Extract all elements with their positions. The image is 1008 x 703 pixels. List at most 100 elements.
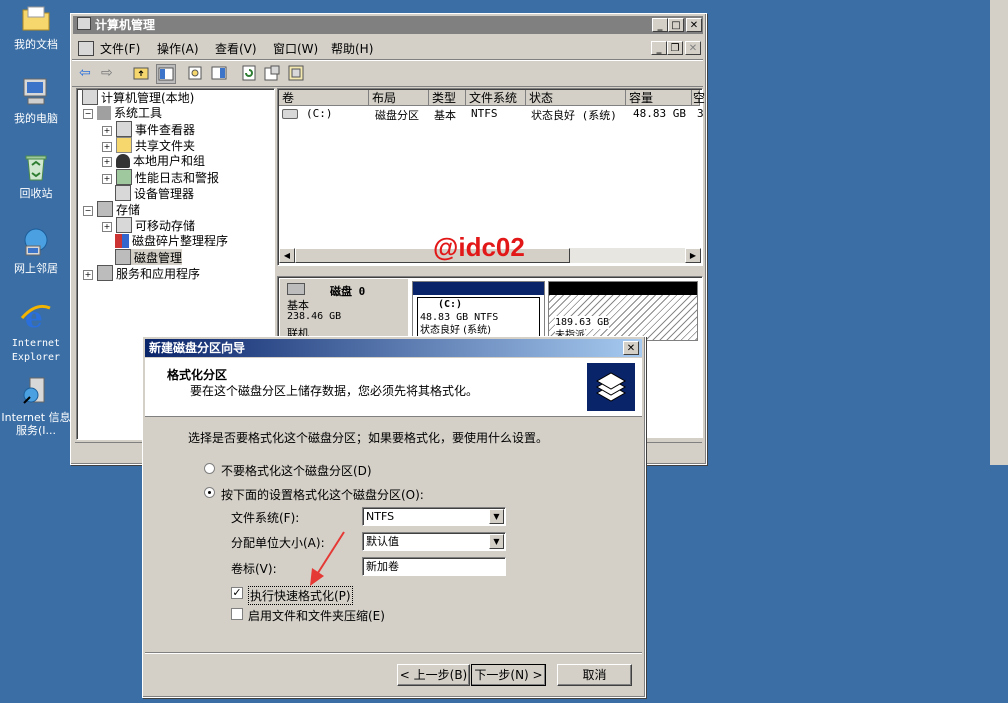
desktop-icon-iis[interactable]: Internet 信息服务(I... [0, 375, 72, 437]
format-label[interactable]: 按下面的设置格式化这个磁盘分区(O): [221, 486, 424, 503]
mgmt-titlebar[interactable]: 计算机管理 [73, 16, 703, 34]
watermark-text: @idc02 [433, 232, 525, 262]
drive-icon [282, 109, 298, 119]
compression-checkbox[interactable] [231, 608, 243, 620]
no-format-label[interactable]: 不要格式化这个磁盘分区(D) [221, 462, 372, 479]
tree-label: 本地用户和组 [133, 154, 206, 168]
event-viewer-icon [116, 121, 132, 137]
tree-item-services[interactable]: + 服务和应用程序 [83, 265, 200, 281]
quick-format-label[interactable]: 执行快速格式化(P) [248, 586, 353, 605]
forward-arrow-icon[interactable]: ⇨ [101, 64, 119, 82]
tree-label: 存储 [116, 203, 141, 217]
desktop-icon-label: Internet Explorer [11, 338, 61, 363]
desktop-icon-my-computer[interactable]: 我的电脑 [0, 76, 72, 125]
col-layout[interactable]: 布局 [369, 90, 429, 106]
menu-help[interactable]: 帮助(H) [331, 40, 373, 57]
close-button[interactable]: ✕ [686, 18, 702, 32]
collapse-icon[interactable]: − [83, 109, 93, 119]
wizard-titlebar[interactable]: 新建磁盘分区向导 [145, 339, 642, 357]
wizard-header-desc: 要在这个磁盘分区上储存数据，您必须先将其格式化。 [190, 384, 479, 398]
background-window-scrollbar [990, 0, 1008, 465]
partition-c-size: 48.83 GB NTFS [420, 312, 499, 323]
disk-size: 238.46 GB [287, 311, 342, 322]
menu-view[interactable]: 查看(V) [215, 40, 257, 57]
desktop-icon-network[interactable]: 网上邻居 [0, 226, 72, 275]
cancel-button[interactable]: 取消 [557, 664, 632, 686]
filesystem-select[interactable]: NTFS ▼ [362, 507, 506, 526]
show-tree-icon[interactable] [156, 64, 176, 84]
col-type[interactable]: 类型 [429, 90, 466, 106]
desktop-icon-recycle-bin[interactable]: 回收站 [0, 151, 72, 200]
row-filesystem: NTFS [471, 107, 498, 120]
folder-icon [20, 2, 52, 34]
expand-icon[interactable]: + [102, 222, 112, 232]
row-volume[interactable]: (C:) [306, 107, 333, 120]
tree-item-local-users[interactable]: + 本地用户和组 [102, 153, 205, 169]
expand-icon[interactable]: + [83, 270, 93, 280]
expand-icon[interactable]: + [102, 174, 112, 184]
col-volume[interactable]: 卷 [279, 90, 369, 106]
row-type: 基本 [434, 109, 456, 122]
child-close-button[interactable]: ✕ [685, 41, 701, 55]
disk-name: 磁盘 0 [330, 285, 366, 298]
app-icon [77, 17, 91, 30]
volume-label-input[interactable]: 新加卷 [362, 557, 506, 576]
refresh-icon[interactable] [240, 64, 258, 82]
tree-item-perf-logs[interactable]: + 性能日志和警报 [102, 169, 219, 185]
alloc-unit-value: 默认值 [366, 535, 399, 548]
tree-item-shared-folders[interactable]: + 共享文件夹 [102, 137, 195, 153]
expand-icon[interactable]: + [102, 126, 112, 136]
performance-icon [116, 169, 132, 185]
child-restore-button[interactable]: ❐ [667, 41, 683, 55]
scroll-right-button[interactable]: ▶ [685, 248, 701, 263]
col-free[interactable]: 空 [692, 90, 705, 106]
chevron-down-icon[interactable]: ▼ [489, 534, 504, 549]
scroll-left-button[interactable]: ◀ [279, 248, 295, 263]
tree-item-storage[interactable]: − 存储 [83, 201, 140, 217]
tree-item-disk-management[interactable]: 磁盘管理 [115, 249, 183, 265]
back-button[interactable]: < 上一步(B) [397, 664, 470, 686]
tree-item-system-tools[interactable]: − 系统工具 [83, 105, 162, 121]
menu-file[interactable]: 文件(F) [100, 40, 140, 57]
minimize-button[interactable]: _ [652, 18, 668, 32]
properties-icon[interactable] [186, 64, 204, 82]
child-app-icon [78, 41, 94, 56]
tree-item-root[interactable]: 计算机管理(本地) [82, 89, 194, 105]
collapse-icon[interactable]: − [83, 206, 93, 216]
tree-item-device-manager[interactable]: 设备管理器 [115, 185, 194, 201]
col-capacity[interactable]: 容量 [626, 90, 692, 106]
next-button[interactable]: 下一步(N) > [471, 664, 546, 686]
expand-icon[interactable]: + [102, 142, 112, 152]
tree-label: 可移动存储 [135, 219, 196, 233]
tree-item-event-viewer[interactable]: + 事件查看器 [102, 121, 195, 137]
expand-icon[interactable]: + [102, 157, 112, 167]
tree-item-defrag[interactable]: 磁盘碎片整理程序 [115, 233, 228, 249]
tree-item-removable[interactable]: + 可移动存储 [102, 217, 195, 233]
desktop-icon-ie[interactable]: e Internet Explorer [0, 300, 72, 364]
col-filesystem[interactable]: 文件系统 [466, 90, 526, 106]
wizard-close-button[interactable]: ✕ [623, 341, 639, 355]
help-icon[interactable] [287, 64, 305, 82]
desktop-icon-my-documents[interactable]: 我的文档 [0, 2, 72, 51]
disk-icon [287, 283, 305, 295]
partition-c[interactable]: (C:) 48.83 GB NTFS 状态良好 (系统) [412, 281, 545, 341]
no-format-radio[interactable] [204, 463, 215, 474]
menu-window[interactable]: 窗口(W) [273, 40, 318, 57]
back-arrow-icon[interactable]: ⇦ [79, 64, 97, 82]
child-minimize-button[interactable]: _ [651, 41, 667, 55]
format-radio[interactable] [204, 487, 215, 498]
alloc-unit-select[interactable]: 默认值 ▼ [362, 532, 506, 551]
tree-label: 磁盘管理 [134, 251, 183, 265]
wizard-header-title: 格式化分区 [167, 368, 228, 382]
chevron-down-icon[interactable]: ▼ [489, 509, 504, 524]
maximize-button[interactable]: □ [668, 18, 684, 32]
col-status[interactable]: 状态 [526, 90, 626, 106]
quick-format-checkbox[interactable]: ✓ [231, 587, 243, 599]
export-list-icon[interactable] [263, 64, 281, 82]
up-folder-icon[interactable] [132, 64, 150, 82]
compression-label[interactable]: 启用文件和文件夹压缩(E) [248, 607, 385, 624]
menu-action[interactable]: 操作(A) [157, 40, 199, 57]
row-capacity: 48.83 GB [633, 107, 686, 120]
details-icon[interactable] [210, 64, 228, 82]
unallocated-space[interactable]: 189.63 GB 未指派 [548, 281, 698, 342]
